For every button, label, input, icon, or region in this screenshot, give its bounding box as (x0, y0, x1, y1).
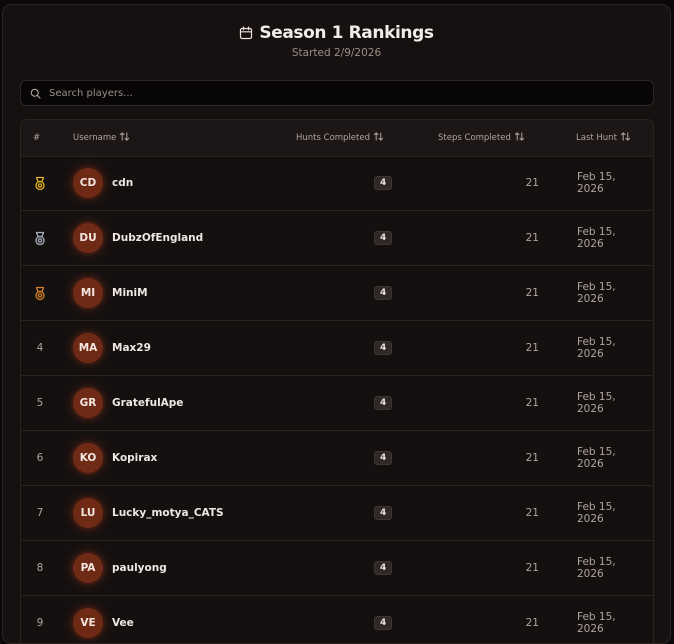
column-label-rank: # (33, 133, 41, 143)
rank-cell: 9 (36, 617, 44, 629)
username[interactable]: DubzOfEngland (112, 211, 203, 265)
rank-cell (21, 266, 59, 320)
rank-cell: 7 (36, 507, 44, 519)
hunts-completed-badge: 4 (374, 286, 393, 300)
hunts-completed-badge: 4 (374, 396, 393, 410)
avatar: DU (73, 223, 103, 253)
steps-completed: 21 (525, 177, 539, 189)
rank-cell: 6 (36, 452, 44, 464)
rankings-table: # Username Hunts Completed Steps Complet… (20, 119, 654, 643)
rank-cell: 8 (36, 562, 44, 574)
rank-cell: 4 (36, 342, 44, 354)
steps-completed: 21 (525, 232, 539, 244)
column-label-steps: Steps Completed (438, 133, 511, 143)
avatar: MI (73, 278, 103, 308)
steps-completed: 21 (525, 562, 539, 574)
sort-icon[interactable] (119, 131, 130, 145)
avatar: VE (73, 608, 103, 638)
rank-cell (21, 156, 59, 210)
avatar: CD (73, 168, 103, 198)
last-hunt-date: Feb 15, 2026 (577, 281, 616, 305)
rank-cell (21, 211, 59, 265)
steps-completed: 21 (525, 342, 539, 354)
steps-completed: 21 (525, 507, 539, 519)
column-header-steps[interactable]: Steps Completed (438, 120, 525, 156)
calendar-icon (239, 26, 253, 40)
steps-completed: 21 (525, 617, 539, 629)
search-input[interactable] (49, 87, 609, 99)
username[interactable]: Vee (112, 596, 134, 643)
table-row[interactable]: 8 PA paulyong 4 21 Feb 15, 2026 (21, 541, 653, 596)
table-row[interactable]: 4 MA Max29 4 21 Feb 15, 2026 (21, 321, 653, 376)
medal-gold-icon (33, 176, 47, 191)
hunts-completed-badge: 4 (374, 561, 393, 575)
hunts-completed-badge: 4 (374, 616, 393, 630)
last-hunt-date: Feb 15, 2026 (577, 611, 616, 635)
page-title: Season 1 Rankings (259, 23, 434, 43)
sort-icon[interactable] (373, 131, 384, 145)
username[interactable]: Lucky_motya_CATS (112, 486, 224, 540)
avatar: PA (73, 553, 103, 583)
avatar: GR (73, 388, 103, 418)
search-icon (21, 88, 41, 99)
last-hunt-date: Feb 15, 2026 (577, 226, 616, 250)
season-start-date: Started 2/9/2026 (291, 47, 382, 59)
column-label-username: Username (73, 133, 117, 143)
username[interactable]: Kopirax (112, 431, 157, 485)
table-header: # Username Hunts Completed Steps Complet… (21, 120, 653, 157)
steps-completed: 21 (525, 287, 539, 299)
medal-bronze-icon (33, 286, 47, 301)
column-header-username[interactable]: Username (73, 120, 130, 156)
steps-completed: 21 (525, 397, 539, 409)
column-header-rank: # (33, 120, 40, 156)
steps-completed: 21 (525, 452, 539, 464)
table-row[interactable]: DU DubzOfEngland 4 21 Feb 15, 2026 (21, 211, 653, 266)
column-label-last-hunt: Last Hunt (576, 133, 617, 143)
rank-cell: 5 (36, 397, 44, 409)
table-row[interactable]: 6 KO Kopirax 4 21 Feb 15, 2026 (21, 431, 653, 486)
table-row[interactable]: MI MiniM 4 21 Feb 15, 2026 (21, 266, 653, 321)
column-header-last-hunt[interactable]: Last Hunt (576, 120, 631, 156)
sort-icon[interactable] (620, 131, 631, 145)
last-hunt-date: Feb 15, 2026 (577, 556, 616, 580)
avatar: LU (73, 498, 103, 528)
username[interactable]: paulyong (112, 541, 167, 595)
title-row: Season 1 Rankings (3, 23, 670, 43)
table-row[interactable]: 9 VE Vee 4 21 Feb 15, 2026 (21, 596, 653, 643)
username[interactable]: cdn (112, 156, 133, 210)
table-row[interactable]: 5 GR GratefulApe 4 21 Feb 15, 2026 (21, 376, 653, 431)
last-hunt-date: Feb 15, 2026 (577, 391, 616, 415)
hunts-completed-badge: 4 (374, 451, 393, 465)
username[interactable]: Max29 (112, 321, 151, 375)
table-row[interactable]: 7 LU Lucky_motya_CATS 4 21 Feb 15, 2026 (21, 486, 653, 541)
hunts-completed-badge: 4 (374, 176, 393, 190)
username[interactable]: GratefulApe (112, 376, 183, 430)
username[interactable]: MiniM (112, 266, 148, 320)
last-hunt-date: Feb 15, 2026 (577, 171, 616, 195)
last-hunt-date: Feb 15, 2026 (577, 501, 616, 525)
search-bar[interactable] (20, 80, 654, 106)
hunts-completed-badge: 4 (374, 341, 393, 355)
column-header-hunts[interactable]: Hunts Completed (296, 120, 384, 156)
avatar: KO (73, 443, 103, 473)
last-hunt-date: Feb 15, 2026 (577, 336, 616, 360)
avatar: MA (73, 333, 103, 363)
sort-icon[interactable] (514, 131, 525, 145)
column-label-hunts: Hunts Completed (296, 133, 370, 143)
rankings-panel: Season 1 Rankings Started 2/9/2026 # Use… (2, 4, 671, 644)
last-hunt-date: Feb 15, 2026 (577, 446, 616, 470)
hunts-completed-badge: 4 (374, 231, 393, 245)
table-row[interactable]: CD cdn 4 21 Feb 15, 2026 (21, 156, 653, 211)
medal-silver-icon (33, 231, 47, 246)
hunts-completed-badge: 4 (374, 506, 393, 520)
